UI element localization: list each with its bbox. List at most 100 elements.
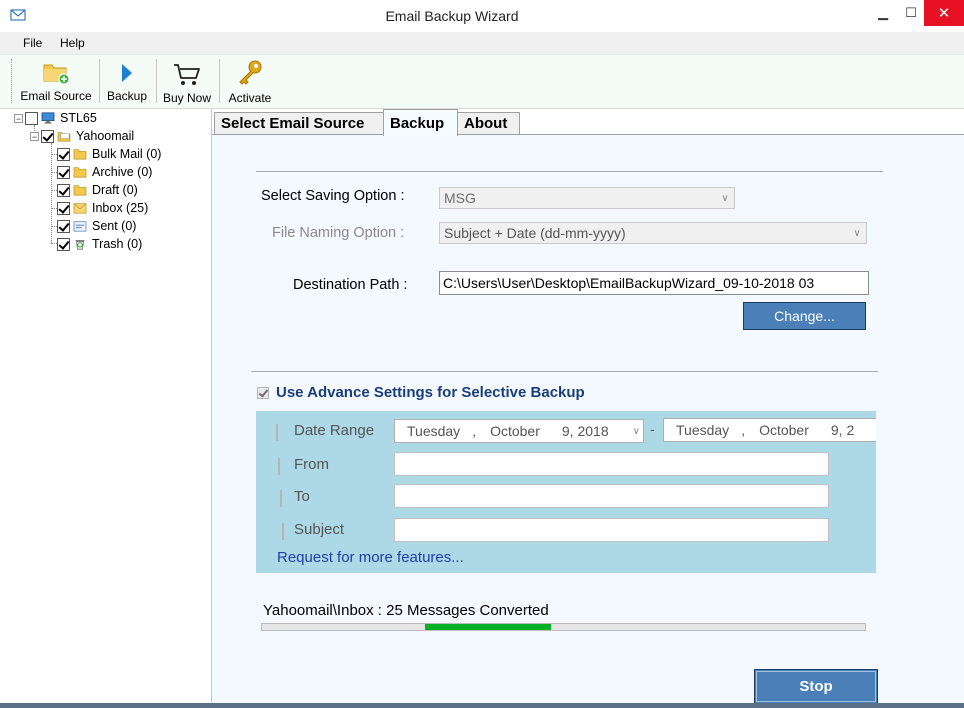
- folder-icon: [73, 167, 87, 178]
- toolbar-separator: [219, 59, 220, 103]
- activate-button[interactable]: Activate: [224, 55, 276, 108]
- buy-now-button[interactable]: Buy Now: [160, 55, 214, 108]
- tree-checkbox[interactable]: [57, 165, 70, 179]
- shopping-cart-icon: [174, 64, 200, 85]
- backup-label: Backup: [106, 89, 148, 103]
- tree-checkbox[interactable]: [41, 129, 54, 143]
- tree-folder-label: Inbox (25): [92, 201, 149, 215]
- to-label: To: [294, 488, 310, 505]
- destination-label: Destination Path :: [293, 277, 408, 293]
- subject-input[interactable]: [394, 518, 829, 542]
- tab-about[interactable]: About: [457, 112, 520, 134]
- mail-folder-icon: [57, 132, 71, 142]
- advance-settings-checkbox[interactable]: [257, 386, 269, 399]
- tree-folder-label: Sent (0): [92, 219, 137, 233]
- tree-checkbox[interactable]: [57, 147, 70, 161]
- progress-bar: [261, 623, 866, 631]
- menu-help[interactable]: Help: [60, 36, 85, 50]
- subject-label: Subject: [294, 521, 345, 538]
- folder-icon: [73, 185, 87, 196]
- from-input[interactable]: [394, 452, 829, 476]
- toolbar-separator: [99, 59, 100, 103]
- request-features-link[interactable]: Request for more features...: [277, 549, 464, 566]
- date-range-checkbox[interactable]: [276, 424, 278, 441]
- advance-settings-toggle[interactable]: Use Advance Settings for Selective Backu…: [257, 384, 585, 401]
- date-from-date: 9, 2018: [561, 423, 609, 439]
- date-to-date: 9, 2: [830, 422, 855, 438]
- key-icon: [239, 60, 262, 85]
- tree-item-folder[interactable]: Inbox (25): [57, 199, 148, 217]
- title-bar: Email Backup Wizard ▁ ☐ ✕: [0, 0, 964, 32]
- to-checkbox[interactable]: [280, 490, 282, 507]
- advance-settings-label: Use Advance Settings for Selective Backu…: [276, 384, 585, 401]
- maximize-button[interactable]: ☐: [898, 0, 924, 26]
- saving-option-label: Select Saving Option :: [261, 188, 405, 204]
- to-input[interactable]: [394, 484, 829, 508]
- toolbar: Email Source Backup Buy Now Activate: [0, 55, 964, 109]
- change-button[interactable]: Change...: [743, 302, 866, 330]
- divider: [251, 371, 878, 372]
- date-from-day: Tuesday: [407, 423, 461, 439]
- saving-option-value: MSG: [444, 190, 476, 206]
- tree-item-folder[interactable]: Bulk Mail (0): [57, 145, 161, 163]
- stop-button[interactable]: Stop: [754, 669, 878, 704]
- date-to-day: Tuesday: [676, 422, 730, 438]
- tree-item-folder[interactable]: Draft (0): [57, 181, 138, 199]
- date-to-picker[interactable]: Tuesday , October 9, 2: [663, 418, 876, 442]
- tree-item-root[interactable]: − STL65: [14, 109, 97, 127]
- date-from-month: October: [490, 423, 540, 439]
- tree-folder-label: Bulk Mail (0): [92, 147, 162, 161]
- from-label: From: [294, 456, 329, 473]
- trash-icon: [75, 240, 85, 250]
- play-arrow-icon: [122, 64, 132, 82]
- tree-item-folder[interactable]: Archive (0): [57, 163, 152, 181]
- chevron-down-icon: ∨: [632, 425, 640, 437]
- tree-root-label: STL65: [60, 111, 97, 125]
- date-from-sep: ,: [472, 423, 477, 439]
- menu-file[interactable]: File: [23, 36, 42, 50]
- tree-folder-label: Archive (0): [92, 165, 153, 179]
- folder-add-icon: [43, 64, 70, 85]
- tree-folder-label: Trash (0): [92, 237, 143, 251]
- tab-select-email-source[interactable]: Select Email Source: [214, 112, 384, 134]
- collapse-toggle[interactable]: −: [14, 113, 23, 123]
- chevron-down-icon: ∨: [721, 192, 729, 204]
- tree-checkbox[interactable]: [57, 219, 70, 233]
- date-range-dash: -: [650, 421, 655, 437]
- tree-item-folder[interactable]: Trash (0): [57, 235, 142, 253]
- folder-tree: − STL65 − Yahoomail Bulk Mail (0) Archiv…: [0, 109, 212, 703]
- progress-fill: [424, 624, 552, 630]
- minimize-button[interactable]: ▁: [866, 0, 900, 26]
- date-to-month: October: [759, 422, 809, 438]
- email-source-button[interactable]: Email Source: [18, 55, 94, 108]
- naming-option-select[interactable]: Subject + Date (dd-mm-yyyy) ∨: [439, 222, 867, 244]
- tree-checkbox[interactable]: [57, 201, 70, 215]
- tab-backup[interactable]: Backup: [383, 109, 458, 136]
- date-from-picker[interactable]: Tuesday , October 9, 2018 ∨: [394, 419, 644, 443]
- divider: [256, 171, 883, 172]
- close-button[interactable]: ✕: [924, 0, 964, 26]
- tree-checkbox[interactable]: [57, 237, 70, 251]
- tree-account-label: Yahoomail: [76, 129, 135, 143]
- inbox-icon: [73, 203, 87, 214]
- tree-line: [51, 143, 52, 243]
- tree-item-account[interactable]: − Yahoomail: [30, 127, 134, 145]
- collapse-toggle[interactable]: −: [30, 131, 39, 141]
- subject-checkbox[interactable]: [282, 523, 284, 540]
- sent-icon: [73, 221, 87, 232]
- date-to-sep: ,: [741, 422, 746, 438]
- window-title: Email Backup Wizard: [385, 8, 519, 24]
- toolbar-separator: [156, 59, 157, 103]
- email-source-label: Email Source: [20, 89, 92, 103]
- tree-checkbox[interactable]: [25, 111, 38, 125]
- saving-option-select[interactable]: MSG ∨: [439, 187, 735, 209]
- from-checkbox[interactable]: [278, 458, 280, 475]
- activate-label: Activate: [228, 91, 272, 105]
- backup-button[interactable]: Backup: [104, 55, 150, 108]
- destination-path-input[interactable]: C:\Users\User\Desktop\EmailBackupWizard_…: [439, 271, 869, 295]
- tree-item-folder[interactable]: Sent (0): [57, 217, 136, 235]
- computer-icon: [41, 112, 55, 124]
- window-bottom-border: [0, 703, 964, 708]
- folder-icon: [73, 149, 87, 160]
- tree-checkbox[interactable]: [57, 183, 70, 197]
